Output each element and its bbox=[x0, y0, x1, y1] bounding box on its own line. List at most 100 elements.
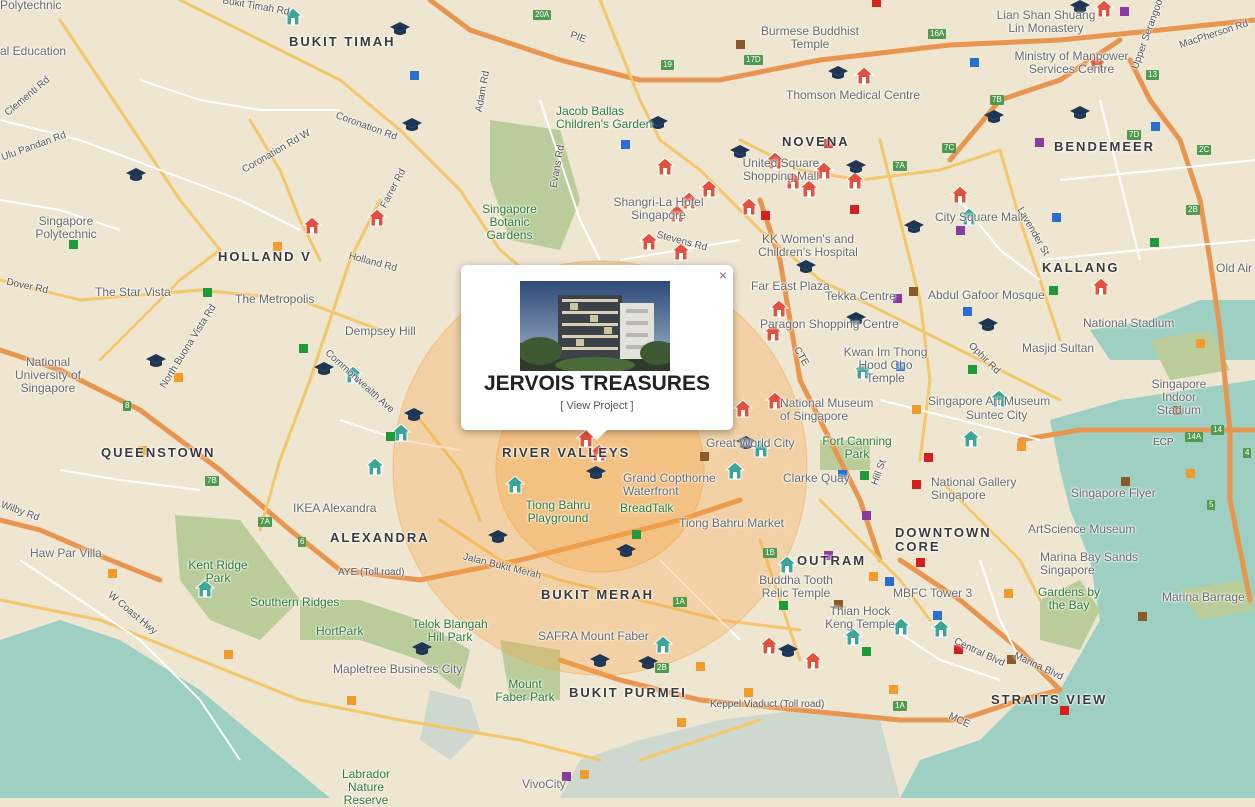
school-marker[interactable] bbox=[1070, 106, 1090, 119]
place-label[interactable]: Kwan Im Thong Hood Cho Temple bbox=[838, 346, 933, 385]
place-label[interactable]: Mapletree Business City bbox=[333, 663, 462, 676]
place-label[interactable]: Suntec City bbox=[966, 409, 1027, 422]
place-label[interactable]: National Stadium bbox=[1083, 317, 1174, 330]
place-label[interactable]: Masjid Sultan bbox=[1022, 342, 1094, 355]
place-label[interactable]: Tiong Bahru Playground bbox=[523, 499, 593, 525]
school-marker[interactable] bbox=[978, 318, 998, 331]
place-label[interactable]: Kent Ridge Park bbox=[188, 559, 248, 585]
condo-marker[interactable] bbox=[854, 66, 874, 85]
place-label[interactable]: KK Women's and Children's Hospital bbox=[758, 233, 858, 259]
landmark-marker[interactable] bbox=[931, 619, 951, 638]
place-label[interactable]: Clarke Quay bbox=[783, 472, 850, 485]
place-label[interactable]: ArtScience Museum bbox=[1028, 523, 1135, 536]
place-label[interactable]: Marina Bay Sands Singapore bbox=[1040, 551, 1145, 577]
landmark-marker[interactable] bbox=[653, 635, 673, 654]
view-project-link[interactable]: [ View Project ] bbox=[461, 400, 733, 412]
place-label[interactable]: Far East Plaza bbox=[751, 280, 830, 293]
place-label[interactable]: Buddha Tooth Relic Temple bbox=[751, 574, 841, 600]
place-label[interactable]: SAFRA Mount Faber bbox=[538, 630, 649, 643]
condo-marker[interactable] bbox=[302, 216, 322, 235]
landmark-marker[interactable] bbox=[777, 555, 797, 574]
place-label[interactable]: Southern Ridges bbox=[250, 596, 339, 609]
place-label[interactable]: Labrador Nature Reserve bbox=[326, 768, 406, 807]
school-marker[interactable] bbox=[146, 354, 166, 367]
place-label[interactable]: VivoCity bbox=[522, 778, 566, 791]
place-label[interactable]: Lian Shan Shuang Lin Monastery bbox=[996, 9, 1096, 35]
condo-marker[interactable] bbox=[639, 232, 659, 251]
condo-marker[interactable] bbox=[739, 197, 759, 216]
landmark-marker[interactable] bbox=[365, 457, 385, 476]
place-label[interactable]: Fort Canning Park bbox=[817, 435, 897, 461]
road-label: Keppel Viaduct (Toll road) bbox=[710, 699, 825, 710]
place-label[interactable]: Singapore Polytechnic bbox=[31, 215, 101, 241]
school-marker[interactable] bbox=[404, 408, 424, 421]
project-thumbnail[interactable] bbox=[520, 281, 670, 371]
school-marker[interactable] bbox=[488, 530, 508, 543]
place-label[interactable]: Singapore Botanic Gardens bbox=[477, 203, 542, 242]
place-label[interactable]: National Gallery Singapore bbox=[931, 476, 1031, 502]
condo-marker[interactable] bbox=[769, 299, 789, 318]
map-canvas[interactable]: BUKIT TIMAH NOVENA BENDEMEER HOLLAND V K… bbox=[0, 0, 1255, 807]
place-label[interactable]: Old Air bbox=[1216, 262, 1252, 275]
place-label[interactable]: Singapore Art Museum bbox=[928, 395, 1050, 408]
school-marker[interactable] bbox=[586, 466, 606, 479]
place-label[interactable]: HortPark bbox=[316, 625, 363, 638]
place-label[interactable]: The Metropolis bbox=[235, 293, 314, 306]
place-label[interactable]: Burmese Buddhist Temple bbox=[760, 25, 860, 51]
road-shield: 4 bbox=[1243, 448, 1252, 458]
place-label[interactable]: Thian Hock Keng Temple bbox=[815, 605, 905, 631]
place-label[interactable]: Marina Barrage bbox=[1162, 591, 1245, 604]
school-marker[interactable] bbox=[796, 260, 816, 273]
school-marker[interactable] bbox=[616, 544, 636, 557]
place-label[interactable]: Tiong Bahru Market bbox=[679, 517, 784, 530]
place-label[interactable]: BreadTalk bbox=[620, 502, 673, 515]
place-label[interactable]: United Square Shopping Mall bbox=[736, 157, 826, 183]
place-label[interactable]: Shangri-La Hotel Singapore bbox=[611, 196, 706, 222]
place-label[interactable]: MBFC Tower 3 bbox=[893, 587, 972, 600]
place-label[interactable]: National University of Singapore bbox=[13, 356, 83, 395]
place-label[interactable]: Dempsey Hill bbox=[345, 325, 416, 338]
place-label[interactable]: The Star Vista bbox=[95, 286, 171, 299]
place-label[interactable]: Singapore Indoor Stadium bbox=[1144, 378, 1214, 417]
place-label[interactable]: Paragon Shopping Centre bbox=[760, 318, 899, 331]
condo-marker[interactable] bbox=[655, 157, 675, 176]
place-label[interactable]: Grand Copthorne Waterfront bbox=[623, 472, 733, 498]
place-label[interactable]: Tekka Centre bbox=[825, 290, 896, 303]
place-label[interactable]: Telok Blangah Hill Park bbox=[405, 618, 495, 644]
school-marker[interactable] bbox=[846, 160, 866, 173]
place-label[interactable]: Polytechnic bbox=[0, 0, 61, 12]
condo-marker[interactable] bbox=[367, 208, 387, 227]
school-marker[interactable] bbox=[984, 110, 1004, 123]
road-shield: 7A bbox=[893, 161, 907, 171]
school-marker[interactable] bbox=[904, 220, 924, 233]
place-label[interactable]: Mount Faber Park bbox=[495, 678, 555, 704]
place-label[interactable]: Jacob Ballas Children's Garden bbox=[556, 105, 656, 131]
place-label[interactable]: Great World City bbox=[706, 437, 794, 450]
place-label[interactable]: Gardens by the Bay bbox=[1034, 586, 1104, 612]
place-label[interactable]: Haw Par Villa bbox=[30, 547, 102, 560]
landmark-marker[interactable] bbox=[505, 475, 525, 494]
place-label[interactable]: Singapore Flyer bbox=[1071, 487, 1156, 500]
school-marker[interactable] bbox=[590, 654, 610, 667]
condo-marker[interactable] bbox=[733, 399, 753, 418]
school-marker[interactable] bbox=[828, 66, 848, 79]
place-label[interactable]: Abdul Gafoor Mosque bbox=[928, 289, 1045, 302]
landmark-marker[interactable] bbox=[961, 429, 981, 448]
school-marker[interactable] bbox=[402, 118, 422, 131]
place-label[interactable]: National Museum of Singapore bbox=[780, 397, 885, 423]
condo-marker[interactable] bbox=[950, 185, 970, 204]
condo-marker[interactable] bbox=[803, 651, 823, 670]
place-label[interactable]: al Education bbox=[0, 45, 66, 58]
school-marker[interactable] bbox=[126, 168, 146, 181]
place-label[interactable]: IKEA Alexandra bbox=[293, 502, 376, 515]
place-label[interactable]: Thomson Medical Centre bbox=[786, 89, 920, 102]
school-marker[interactable] bbox=[778, 644, 798, 657]
area-label: OUTRAM bbox=[797, 553, 867, 568]
place-label[interactable]: City Square Mall bbox=[935, 211, 1023, 224]
condo-marker[interactable] bbox=[759, 636, 779, 655]
condo-marker[interactable] bbox=[845, 171, 865, 190]
condo-marker[interactable] bbox=[1094, 0, 1114, 18]
place-label[interactable]: Ministry of Manpower Services Centre bbox=[1014, 50, 1129, 76]
popup-close-button[interactable]: × bbox=[719, 267, 727, 283]
condo-marker[interactable] bbox=[1091, 277, 1111, 296]
